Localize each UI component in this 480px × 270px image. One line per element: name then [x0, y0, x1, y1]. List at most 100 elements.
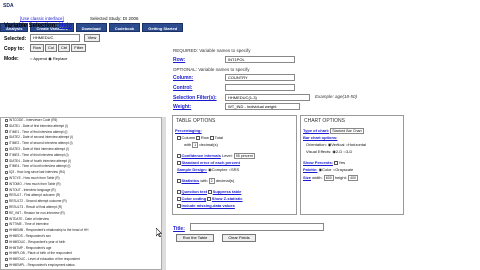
variable-icon — [5, 211, 8, 215]
variable-icon — [5, 205, 8, 209]
replace-radio[interactable]: ◉ — [48, 56, 52, 61]
variable-icon — [5, 159, 8, 163]
question-text-row: Question text Suppress table — [177, 189, 241, 194]
selected-variable-field[interactable]: HHMEDUC — [30, 34, 80, 42]
variable-icon — [5, 176, 8, 180]
variable-icon — [5, 240, 8, 244]
variable-icon — [5, 182, 8, 186]
variable-icon — [5, 223, 8, 226]
show-z-link[interactable]: Show Z-statistic — [212, 196, 243, 201]
variable-icon — [5, 188, 8, 192]
color-coding-row: Color coding Show Z-statistic — [177, 196, 242, 201]
variable-tree-scrollbar[interactable] — [162, 117, 166, 270]
selected-label: Selected: — [4, 36, 27, 42]
show-percents-link[interactable]: Show Percents: — [303, 160, 333, 165]
append-label: Append — [33, 56, 48, 61]
control-label[interactable]: Control: — [173, 85, 192, 91]
se-checkbox[interactable] — [177, 161, 181, 165]
sample-design-link[interactable]: Sample Design: — [177, 167, 207, 172]
color-coding-checkbox[interactable] — [177, 197, 181, 201]
variable-icon — [5, 228, 8, 232]
control-input[interactable] — [225, 84, 295, 91]
variable-selection-heading: Variable Selection: Help — [4, 23, 72, 29]
percentaging-link[interactable]: Percentaging: — [175, 128, 202, 133]
variable-icon — [5, 194, 8, 198]
selection-filter-input[interactable]: HHMEDUC(1-3) — [225, 94, 310, 101]
bar-options-link[interactable]: Bar chart options: — [303, 135, 337, 140]
row-checkbox[interactable] — [196, 136, 200, 140]
weight-label[interactable]: Weight: — [173, 104, 191, 110]
variable-icon — [5, 257, 8, 261]
variable-icon — [5, 124, 8, 128]
height-select[interactable]: 400 — [347, 175, 358, 181]
app-title: SDA — [3, 3, 14, 9]
missing-link[interactable]: Include missing-data values — [182, 203, 235, 208]
tab-getting-started[interactable]: Getting Started — [142, 23, 184, 32]
classic-interface-link[interactable]: [Use classic interface] — [20, 16, 64, 21]
run-table-button[interactable]: Run the Table — [176, 234, 214, 242]
level-select[interactable]: 95 percent — [233, 153, 255, 159]
ci-link[interactable]: Confidence intervals — [182, 153, 221, 158]
help-link[interactable]: Help — [59, 23, 72, 29]
variable-icon — [5, 153, 8, 157]
missing-row: Include missing-data values — [177, 203, 235, 208]
variable-selection-label: Variable Selection: — [4, 23, 60, 29]
copy-row-button[interactable]: Row — [30, 44, 45, 52]
se-link[interactable]: Standard error of each percent — [182, 160, 240, 165]
copy-ctrl-button[interactable]: Ctrl — [58, 44, 71, 52]
selection-filter-label[interactable]: Selection Filter(s): — [173, 95, 217, 101]
variable-icon — [5, 165, 8, 169]
title-input[interactable] — [190, 223, 324, 231]
column-label[interactable]: Column: — [173, 75, 193, 81]
statistics-checkbox[interactable] — [177, 179, 181, 183]
replace-label: Replace — [52, 56, 68, 61]
filter-example: Example: age(18-50) — [315, 94, 358, 99]
column-checkbox[interactable] — [177, 136, 181, 140]
variable-icon — [5, 130, 8, 134]
ci-checkbox[interactable] — [177, 154, 181, 158]
size-link[interactable]: Size — [303, 175, 311, 180]
width-select[interactable]: 600 — [323, 175, 334, 181]
variable-icon — [5, 234, 8, 238]
copy-col-button[interactable]: Col — [45, 44, 58, 52]
table-options-title: TABLE OPTIONS — [176, 118, 216, 124]
missing-checkbox[interactable] — [177, 204, 181, 208]
view-button[interactable]: View — [84, 34, 100, 42]
required-note: REQUIRED: Variable names to specify — [173, 48, 251, 53]
variable-icon — [5, 147, 8, 151]
palette-link[interactable]: Palette: — [303, 167, 317, 172]
question-text-link[interactable]: Question text — [182, 189, 208, 194]
variable-icon — [5, 246, 8, 250]
tab-download[interactable]: Download — [75, 23, 107, 32]
variable-icon — [5, 170, 8, 174]
stats-decimals-select[interactable]: 2 — [208, 178, 215, 184]
variable-icon — [5, 263, 8, 267]
variable-icon — [5, 199, 8, 203]
chart-type-link[interactable]: Type of chart: — [303, 128, 329, 133]
list-item[interactable]: HHMEMPL - Respondent's employment status — [1, 263, 161, 269]
optional-note: OPTIONAL: Variable names to specify — [173, 67, 250, 72]
suppress-table-link[interactable]: Suppress table — [213, 189, 242, 194]
variable-tree[interactable]: INTCODE - Interviewer Code (R5) IDATE1 -… — [0, 117, 162, 270]
show-z-checkbox[interactable] — [207, 197, 211, 201]
weight-select[interactable]: WT_IND - Individual weight — [225, 103, 300, 110]
row-input[interactable]: INT1POL — [225, 56, 295, 63]
decimals-select[interactable]: 1 — [192, 142, 199, 148]
copy-filter-button[interactable]: Filter — [71, 44, 87, 52]
chart-type-select[interactable]: Stacked Bar Chart — [330, 128, 364, 134]
show-percents-checkbox[interactable] — [334, 161, 338, 165]
suppress-table-checkbox[interactable] — [208, 190, 212, 194]
total-checkbox[interactable] — [210, 136, 214, 140]
mode-label: Mode: — [4, 56, 19, 62]
size-row: Size width: 600 height: 400 — [303, 175, 358, 181]
question-text-checkbox[interactable] — [177, 190, 181, 194]
mouse-cursor-icon — [156, 228, 162, 237]
mode-options: ○ Append ◉ Replace — [30, 56, 68, 61]
column-input[interactable]: COUNTRY — [225, 74, 295, 81]
row-label[interactable]: Row: — [173, 57, 185, 63]
clear-fields-button[interactable]: Clear Fields — [222, 234, 256, 242]
color-coding-link[interactable]: Color coding — [182, 196, 207, 201]
statistics-link[interactable]: Statistics — [182, 178, 200, 183]
title-label[interactable]: Title: — [173, 226, 185, 232]
tab-codebook[interactable]: Codebook — [108, 23, 141, 32]
